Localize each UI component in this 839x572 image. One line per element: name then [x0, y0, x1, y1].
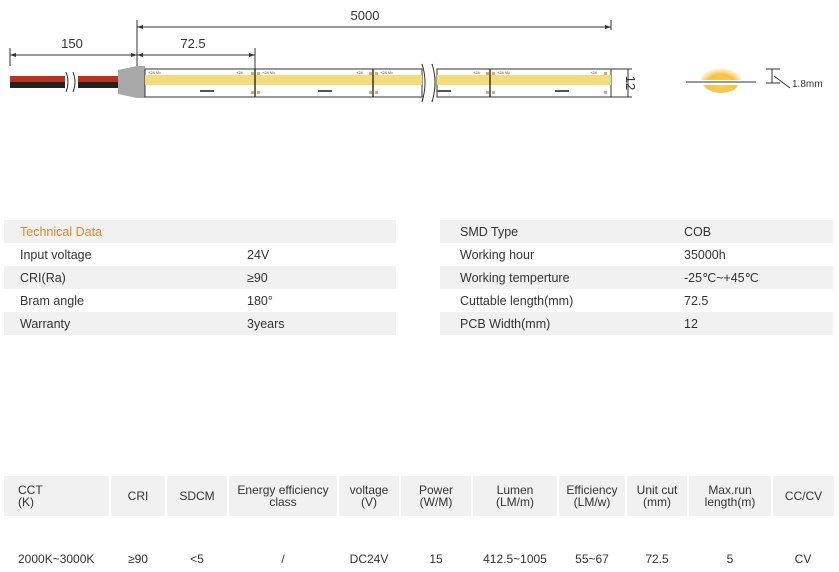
dimension-cut-length: 72.5 [137, 36, 256, 70]
led-strip-body: +24 Vo +24 +24 Vo +24 +24 Vo +24 +24 Vo … [144, 63, 612, 103]
table-row: CRI(Ra) ≥90 [4, 266, 396, 289]
spec-value: 35000h [668, 243, 833, 266]
header-sdcm: SDCM [166, 476, 229, 516]
table-cell: <5 [190, 552, 204, 566]
table-cell: 2000K~3000K [18, 552, 95, 566]
dim-width-label: 12 [623, 76, 638, 90]
table-row: 2000K~3000K ≥90 <5 / DC24V 15 412.5~1005… [4, 516, 834, 572]
dim-total-label: 5000 [351, 8, 380, 23]
dimension-total-length: 5000 [136, 8, 612, 30]
table-cell: 15 [429, 552, 443, 566]
header-line: class [269, 495, 297, 509]
spec-key: PCB Width(mm) [440, 312, 668, 335]
spec-key: Bram angle [4, 289, 231, 312]
table-cell: ≥90 [128, 552, 148, 566]
header-line: (LM/m) [496, 495, 534, 509]
header-power: Power (W/M) [400, 476, 473, 516]
header-line: CC/CV [784, 489, 823, 503]
spec-key: SMD Type [440, 220, 668, 243]
header-cri: CRI [110, 476, 167, 516]
dim-thickness-label: 1.8mm [792, 79, 823, 90]
header-energy-class: Energy efficiency class [228, 476, 339, 516]
header-lumen: Lumen (LM/m) [472, 476, 559, 516]
header-line: (K) [18, 495, 34, 509]
spec-value: 24V [231, 243, 396, 266]
header-unit-cut: Unit cut (mm) [626, 476, 689, 516]
spec-key: Cuttable length(mm) [440, 289, 668, 312]
table-row: PCB Width(mm) 12 [440, 312, 833, 335]
table-cell: 55~67 [575, 552, 609, 566]
spec-key: Input voltage [4, 243, 231, 266]
technical-data-table-left: Technical Data Input voltage 24V CRI(Ra)… [4, 220, 396, 335]
end-cap-connector [118, 66, 145, 98]
lead-wires [10, 71, 118, 93]
dim-cut-label: 72.5 [180, 36, 205, 51]
spec-key: Working hour [440, 243, 668, 266]
product-spec-table: CCT (K) CRI SDCM Energy efficiency class v… [4, 476, 834, 572]
table-cell: / [281, 552, 285, 566]
header-efficiency: Efficiency (LM/w) [558, 476, 627, 516]
table-row: Working hour 35000h [440, 243, 833, 266]
table-row: Cuttable length(mm) 72.5 [440, 289, 833, 312]
header-line: CRI [127, 489, 149, 503]
spec-value: 72.5 [668, 289, 833, 312]
cross-section-diagram: 1.8mm [686, 65, 823, 93]
table-cell: CV [794, 552, 812, 566]
technical-data-heading: Technical Data [4, 220, 231, 243]
dim-lead-label: 150 [61, 36, 83, 51]
spec-value: 3years [231, 312, 396, 335]
strip-marking: +24 [590, 70, 598, 75]
header-line: SDCM [179, 489, 215, 503]
spec-value: -25℃~+45℃ [668, 266, 833, 289]
dimension-width: 12 [611, 68, 638, 98]
header-max-run: Max.run length(m) [688, 476, 773, 516]
spec-value: ≥90 [231, 266, 396, 289]
spec-value: COB [668, 220, 833, 243]
table-row: Working temperture -25℃~+45℃ [440, 266, 833, 289]
dimension-lead-length: 150 [9, 30, 138, 70]
header-line: (W/M) [419, 495, 453, 509]
header-line: length(m) [704, 495, 756, 509]
header-cc-cv: CC/CV [772, 476, 834, 516]
header-line: (LM/w) [573, 495, 611, 509]
strip-marking: +24 [236, 70, 244, 75]
table-row: Input voltage 24V [4, 243, 396, 266]
table-row: Technical Data [4, 220, 396, 243]
strip-marking: +24 Vo [262, 70, 275, 75]
technical-data-table-right: SMD Type COB Working hour 35000h Working… [440, 220, 833, 335]
header-voltage: voltage (V) [338, 476, 401, 516]
strip-marking: +24 [356, 70, 364, 75]
strip-marking: +24 Vo [148, 70, 161, 75]
spec-key: CRI(Ra) [4, 266, 231, 289]
table-row: Warranty 3years [4, 312, 396, 335]
strip-marking: +24 [473, 70, 481, 75]
table-header-row: CCT (K) CRI SDCM Energy efficiency class v… [4, 476, 834, 516]
header-line: (mm) [643, 495, 671, 509]
spec-value: 12 [668, 312, 833, 335]
table-row: SMD Type COB [440, 220, 833, 243]
table-cell: DC24V [349, 552, 389, 566]
spec-key: Warranty [4, 312, 231, 335]
spec-key: Working temperture [440, 266, 668, 289]
header-line: (V) [361, 495, 377, 509]
table-cell: 5 [726, 552, 734, 566]
header-cct: CCT (K) [4, 476, 111, 516]
strip-marking: +24 Vo [380, 70, 393, 75]
table-row: Bram angle 180° [4, 289, 396, 312]
strip-marking: +24 Vo [497, 70, 510, 75]
led-strip-diagram: 5000 150 72.5 +24 Vo +24 +24 Vo +24 +24 … [9, 8, 823, 103]
table-cell: 412.5~1005 [483, 552, 547, 566]
spec-value: 180° [231, 289, 396, 312]
table-cell: 72.5 [645, 552, 669, 566]
